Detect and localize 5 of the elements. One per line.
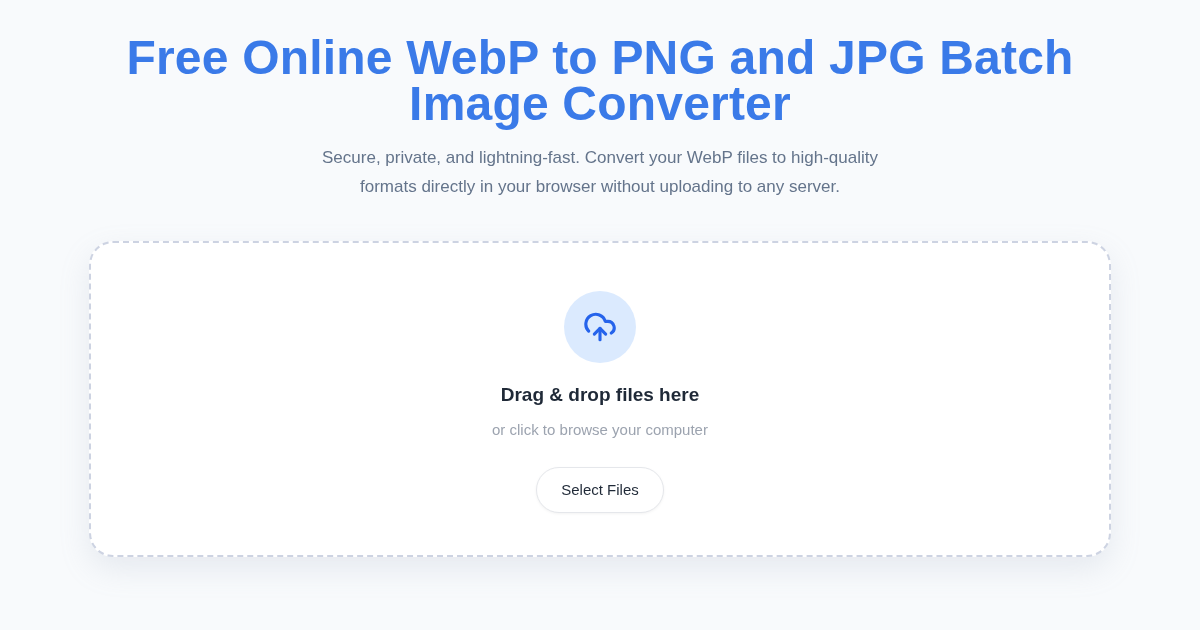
select-files-button[interactable]: Select Files: [536, 467, 664, 513]
drop-zone-heading: Drag & drop files here: [500, 383, 700, 407]
drop-zone-hint: or click to browse your computer: [492, 420, 708, 440]
drop-zone[interactable]: Drag & drop files here or click to browse your computer Select Files: [89, 241, 1111, 557]
page-subtitle: Secure, private, and lightning-fast. Convert your WebP files to high-quality formats directly in your browser without uploading to any server.: [321, 147, 879, 198]
